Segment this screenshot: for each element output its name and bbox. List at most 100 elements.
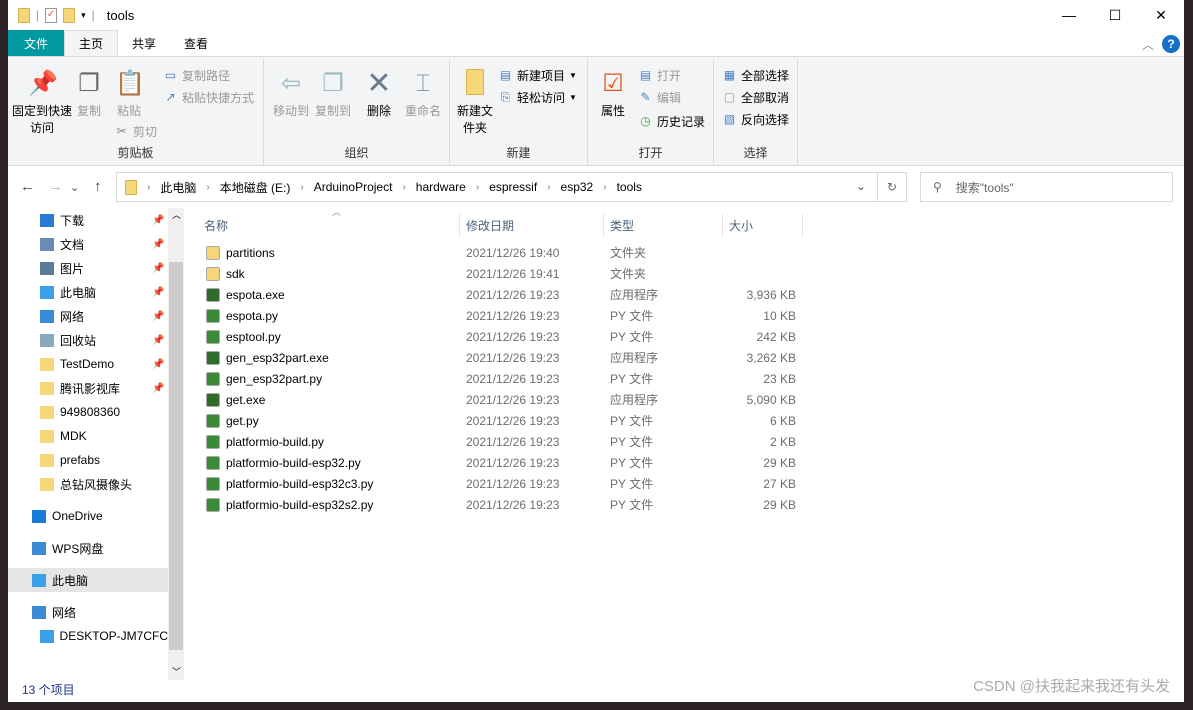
paste-button[interactable]: 📋 粘贴 bbox=[104, 69, 154, 120]
help-icon[interactable]: ? bbox=[1162, 35, 1180, 53]
tab-view[interactable]: 查看 bbox=[170, 30, 222, 56]
file-row[interactable]: gen_esp32part.py 2021/12/26 19:23 PY 文件 … bbox=[198, 368, 798, 389]
edit-button[interactable]: ✎ 编辑 bbox=[638, 89, 681, 106]
sidebar-item[interactable]: 此电脑 📌 bbox=[8, 280, 168, 304]
sidebar-item[interactable]: 949808360 bbox=[8, 400, 168, 424]
sidebar-item[interactable]: 文档 📌 bbox=[8, 232, 168, 256]
file-size: 23 KB bbox=[763, 371, 796, 386]
pin-quick-access-button[interactable]: 📌 固定到快速访问 bbox=[12, 69, 72, 137]
rename-icon: ⌶ bbox=[415, 70, 431, 97]
search-input[interactable]: ⚲ 搜索"tools" bbox=[920, 172, 1173, 202]
history-button[interactable]: ◷ 历史记录 bbox=[638, 113, 705, 130]
file-size: 29 KB bbox=[763, 455, 796, 470]
copy-path-icon: ▭ bbox=[164, 68, 177, 82]
breadcrumb-item[interactable]: 此电脑 bbox=[160, 179, 196, 196]
refresh-button[interactable]: ↻ bbox=[877, 172, 907, 202]
breadcrumb-separator-icon[interactable]: › bbox=[547, 182, 550, 193]
sidebar-item[interactable]: 网络 bbox=[8, 600, 168, 624]
copy-path-button[interactable]: ▭ 复制路径 bbox=[163, 67, 230, 84]
file-date: 2021/12/26 19:23 bbox=[466, 455, 560, 470]
select-none-button[interactable]: ▢ 全部取消 bbox=[722, 89, 789, 106]
file-row[interactable]: espota.py 2021/12/26 19:23 PY 文件 10 KB bbox=[198, 305, 798, 326]
tab-file[interactable]: 文件 bbox=[8, 30, 64, 56]
breadcrumb-separator-icon[interactable]: › bbox=[300, 182, 303, 193]
new-folder-button[interactable]: 新建文件夹 bbox=[450, 69, 500, 137]
breadcrumb-item[interactable]: esp32 bbox=[561, 180, 594, 194]
breadcrumb-separator-icon[interactable]: › bbox=[476, 182, 479, 193]
breadcrumb-item[interactable]: tools bbox=[617, 180, 642, 194]
sidebar-item[interactable]: MDK bbox=[8, 424, 168, 448]
breadcrumb-item[interactable]: espressif bbox=[489, 180, 537, 194]
collapse-ribbon-icon[interactable]: ︿ bbox=[1142, 36, 1154, 53]
file-row[interactable]: sdk 2021/12/26 19:41 文件夹 bbox=[198, 263, 798, 284]
delete-button[interactable]: ✕ 删除 bbox=[356, 69, 402, 120]
py-file-icon bbox=[206, 497, 220, 512]
sidebar-item[interactable]: 总钻风摄像头 bbox=[8, 472, 168, 496]
cut-button[interactable]: ✂ 剪切 bbox=[114, 123, 157, 140]
sidebar-item[interactable]: 下载 📌 bbox=[8, 208, 168, 232]
tab-share[interactable]: 共享 bbox=[118, 30, 170, 56]
column-type[interactable]: 类型 bbox=[604, 214, 723, 238]
file-row[interactable]: platformio-build-esp32c3.py 2021/12/26 1… bbox=[198, 473, 798, 494]
file-row[interactable]: platformio-build-esp32.py 2021/12/26 19:… bbox=[198, 452, 798, 473]
address-bar[interactable]: › 此电脑 › 本地磁盘 (E:) › ArduinoProject › hardware › e… bbox=[116, 172, 878, 202]
sidebar-item[interactable]: 网络 📌 bbox=[8, 304, 168, 328]
new-folder-quick-icon[interactable] bbox=[63, 7, 76, 23]
properties-quick-icon[interactable]: ✓ bbox=[45, 7, 58, 23]
quick-access-dropdown-icon[interactable]: ▾ bbox=[81, 10, 86, 21]
sidebar-item[interactable]: WPS网盘 bbox=[8, 536, 168, 560]
file-row[interactable]: partitions 2021/12/26 19:40 文件夹 bbox=[198, 242, 798, 263]
sidebar-item[interactable]: DESKTOP-JM7CFC bbox=[8, 624, 168, 648]
open-button[interactable]: ▤ 打开 bbox=[638, 67, 681, 84]
breadcrumb-separator-icon[interactable]: › bbox=[603, 182, 606, 193]
folder-icon bbox=[40, 429, 54, 443]
forward-button[interactable]: → bbox=[48, 178, 63, 195]
easy-access-button[interactable]: ⎘ 轻松访问 ▼ bbox=[498, 89, 577, 106]
paste-shortcut-button[interactable]: ↗ 粘贴快捷方式 bbox=[163, 89, 254, 106]
pin-icon: 📌 bbox=[152, 286, 165, 298]
file-row[interactable]: esptool.py 2021/12/26 19:23 PY 文件 242 KB bbox=[198, 326, 798, 347]
up-button[interactable]: ↑ bbox=[94, 178, 102, 195]
column-size[interactable]: 大小 bbox=[723, 214, 803, 238]
select-all-button[interactable]: ▦ 全部选择 bbox=[722, 67, 789, 84]
maximize-button[interactable]: ☐ bbox=[1092, 0, 1138, 30]
column-name[interactable]: 名称 bbox=[198, 214, 460, 238]
file-row[interactable]: gen_esp32part.exe 2021/12/26 19:23 应用程序 … bbox=[198, 347, 798, 368]
sidebar-item[interactable]: OneDrive bbox=[8, 504, 168, 528]
breadcrumb-separator-icon[interactable]: › bbox=[402, 182, 405, 193]
breadcrumb-separator-icon[interactable]: › bbox=[147, 182, 150, 193]
copy-to-button[interactable]: ❐ 复制到 bbox=[308, 69, 358, 120]
breadcrumb-item[interactable]: 本地磁盘 (E:) bbox=[220, 179, 291, 196]
file-row[interactable]: platformio-build-esp32s2.py 2021/12/26 1… bbox=[198, 494, 798, 515]
sidebar-item[interactable]: 回收站 📌 bbox=[8, 328, 168, 352]
sidebar-item[interactable]: 此电脑 bbox=[8, 568, 168, 592]
sidebar-item[interactable]: prefabs bbox=[8, 448, 168, 472]
file-name: partitions bbox=[226, 245, 275, 260]
select-all-icon: ▦ bbox=[723, 68, 736, 82]
address-dropdown-icon[interactable]: ⌄ bbox=[856, 179, 866, 193]
file-row[interactable]: get.exe 2021/12/26 19:23 应用程序 5,090 KB bbox=[198, 389, 798, 410]
file-row[interactable]: platformio-build.py 2021/12/26 19:23 PY … bbox=[198, 431, 798, 452]
sidebar-item[interactable]: 腾讯影视库 📌 bbox=[8, 376, 168, 400]
column-date[interactable]: 修改日期 bbox=[460, 214, 604, 238]
tab-home[interactable]: 主页 bbox=[64, 30, 119, 56]
sidebar-item-label: 图片 bbox=[60, 261, 85, 276]
sidebar-item-label: 网络 bbox=[60, 309, 85, 324]
minimize-button[interactable]: — bbox=[1046, 0, 1092, 30]
new-item-button[interactable]: ▤ 新建项目 ▼ bbox=[498, 67, 577, 84]
sidebar-item[interactable]: 图片 📌 bbox=[8, 256, 168, 280]
file-row[interactable]: espota.exe 2021/12/26 19:23 应用程序 3,936 K… bbox=[198, 284, 798, 305]
sidebar-item[interactable]: TestDemo 📌 bbox=[8, 352, 168, 376]
recent-locations-button[interactable]: ⌄ bbox=[70, 181, 79, 194]
invert-selection-button[interactable]: ▧ 反向选择 bbox=[722, 111, 789, 128]
file-row[interactable]: get.py 2021/12/26 19:23 PY 文件 6 KB bbox=[198, 410, 798, 431]
back-button[interactable]: ← bbox=[20, 178, 35, 195]
breadcrumb-separator-icon[interactable]: › bbox=[206, 182, 209, 193]
file-size: 3,262 KB bbox=[746, 350, 796, 365]
breadcrumb-item[interactable]: hardware bbox=[416, 180, 466, 194]
rename-button[interactable]: ⌶ 重命名 bbox=[398, 69, 448, 120]
breadcrumb-item[interactable]: ArduinoProject bbox=[314, 180, 393, 194]
properties-button[interactable]: ☑ 属性 bbox=[588, 69, 638, 120]
sidebar-scrollbar[interactable]: ︿ ﹀ bbox=[168, 208, 184, 680]
close-button[interactable]: ✕ bbox=[1138, 0, 1184, 30]
